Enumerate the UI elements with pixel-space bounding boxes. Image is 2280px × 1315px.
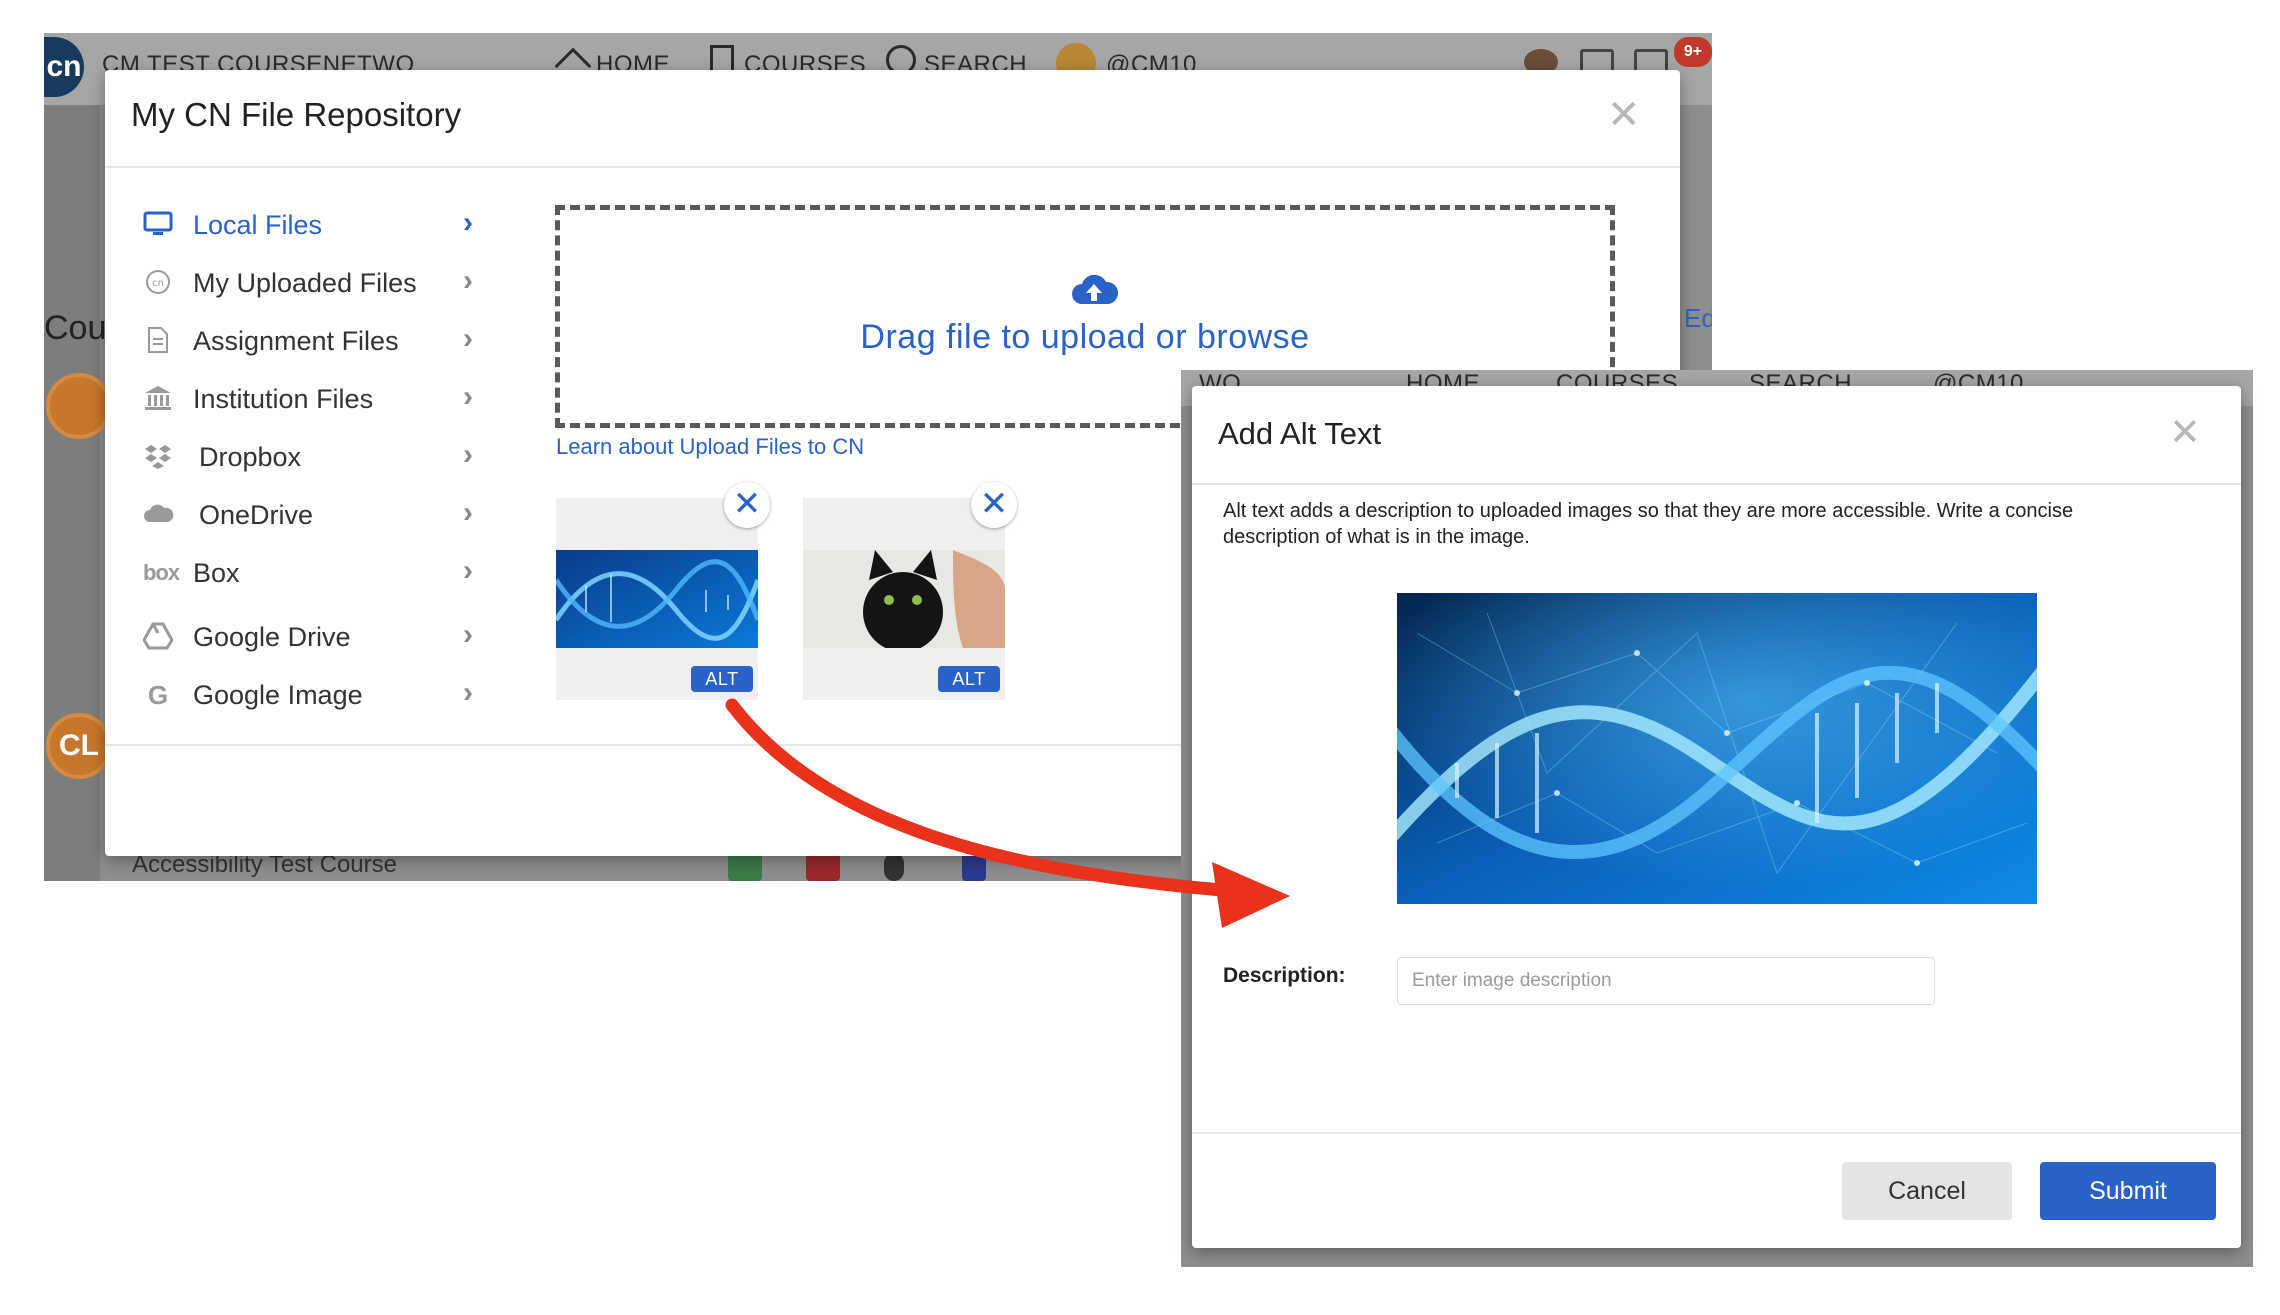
monitor-icon	[141, 210, 175, 240]
remove-image-button[interactable]: ✕	[971, 482, 1017, 528]
dropzone-text[interactable]: Drag file to upload or browse	[560, 318, 1610, 357]
source-label: Google Drive	[193, 622, 351, 652]
google-icon: G	[147, 680, 169, 710]
chevron-right-icon: ›	[463, 206, 473, 239]
source-label: My Uploaded Files	[193, 268, 417, 298]
institution-icon	[141, 384, 175, 414]
alt-text-button[interactable]: ALT	[938, 666, 1000, 692]
svg-text:cn: cn	[152, 278, 164, 289]
alt-text-button[interactable]: ALT	[691, 666, 753, 692]
course-badge: CL	[46, 713, 112, 779]
source-label: Assignment Files	[193, 326, 399, 356]
microphone-icon	[884, 853, 904, 881]
kitten-thumbnail	[803, 550, 1005, 648]
chevron-right-icon: ›	[463, 264, 473, 297]
source-label: Dropbox	[199, 442, 302, 472]
source-label: Institution Files	[193, 384, 374, 414]
source-institution-files[interactable]: Institution Files ›	[141, 376, 501, 422]
chevron-right-icon: ›	[463, 380, 473, 413]
chevron-right-icon: ›	[463, 676, 473, 709]
add-alt-text-modal: Add Alt Text ✕ Alt text adds a descripti…	[1192, 386, 2241, 1248]
document-icon	[141, 326, 175, 356]
box-icon: box	[142, 560, 180, 585]
cn-circle-icon: cn	[141, 268, 175, 298]
group-avatar-icon	[46, 373, 112, 439]
close-icon[interactable]: ✕	[1607, 92, 1641, 138]
submit-button[interactable]: Submit	[2040, 1162, 2216, 1220]
header-divider	[1192, 483, 2241, 485]
source-my-uploaded-files[interactable]: cn My Uploaded Files ›	[141, 260, 501, 306]
uploaded-image-thumb[interactable]: ✕ ALT	[556, 482, 770, 700]
modal-title: Add Alt Text	[1218, 416, 1382, 451]
learn-upload-link[interactable]: Learn about Upload Files to CN	[556, 434, 864, 460]
modal-description: Alt text adds a description to uploaded …	[1223, 500, 2074, 548]
footer-divider	[1192, 1132, 2241, 1134]
section-heading: Cou	[44, 309, 107, 347]
document-icon	[962, 853, 986, 881]
header-divider	[105, 166, 1680, 168]
source-box[interactable]: box Box ›	[141, 550, 501, 596]
cancel-button[interactable]: Cancel	[1842, 1162, 2012, 1220]
close-icon[interactable]: ✕	[2169, 410, 2201, 455]
source-local-files[interactable]: Local Files ›	[141, 202, 501, 248]
source-label: Local Files	[193, 210, 323, 240]
dna-thumbnail	[556, 550, 758, 648]
uploaded-image-thumb[interactable]: ✕ ALT	[803, 482, 1017, 700]
chevron-right-icon: ›	[463, 322, 473, 355]
image-preview	[1397, 593, 2037, 904]
description-label: Description:	[1223, 964, 1346, 987]
source-label: Google Image	[193, 680, 363, 710]
edit-link[interactable]: Edi	[1684, 303, 1712, 334]
notification-badge[interactable]: 9+	[1674, 37, 1712, 67]
chevron-right-icon: ›	[463, 438, 473, 471]
cloud-upload-icon	[1070, 270, 1119, 310]
remove-image-button[interactable]: ✕	[724, 482, 770, 528]
video-icon	[806, 853, 840, 881]
source-label: Box	[193, 558, 240, 588]
chevron-right-icon: ›	[463, 496, 473, 529]
source-onedrive[interactable]: OneDrive ›	[141, 492, 501, 538]
description-input[interactable]	[1397, 957, 1935, 1005]
chevron-right-icon: ›	[463, 554, 473, 587]
chevron-right-icon: ›	[463, 618, 473, 651]
source-dropbox[interactable]: Dropbox ›	[141, 434, 501, 480]
source-label: OneDrive	[199, 500, 314, 530]
cloud-icon	[141, 500, 175, 530]
source-google-drive[interactable]: Google Drive ›	[141, 614, 501, 660]
source-google-image[interactable]: G Google Image ›	[141, 672, 501, 718]
image-icon	[728, 853, 762, 881]
dropbox-icon	[141, 442, 175, 472]
google-drive-icon	[141, 622, 175, 652]
modal-title: My CN File Repository	[131, 96, 462, 133]
source-assignment-files[interactable]: Assignment Files ›	[141, 318, 501, 364]
